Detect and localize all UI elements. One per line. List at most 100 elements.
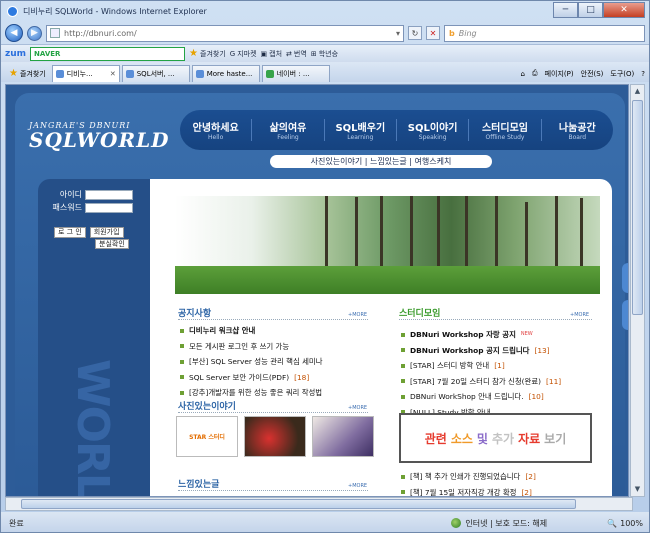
side-tab-1[interactable] — [622, 263, 628, 293]
site-logo[interactable]: JANGRAE'S DBNURI SQLWORLD — [29, 121, 169, 152]
photo-thumb-star[interactable]: STAR 스터디 — [176, 416, 238, 457]
id-label: 아이디 — [59, 190, 82, 199]
tab-2[interactable]: SQL서버, ... — [121, 65, 190, 82]
nav-feeling[interactable]: 삶의여유 Feeling — [252, 119, 325, 141]
toolbar-translate[interactable]: ⇄ 번역 — [286, 49, 307, 59]
horizontal-scrollbar[interactable] — [5, 497, 633, 511]
list-item[interactable]: [STAR] 7월 20일 스터디 참가 신청(완료) [11] — [401, 374, 561, 390]
tools-menu[interactable]: 도구(O) — [610, 69, 634, 79]
tab-close-icon[interactable]: ✕ — [110, 70, 116, 78]
favorites-button[interactable]: ★ 즐겨찾기 — [5, 65, 50, 82]
list-item[interactable]: 디비누리 워크샵 안내 — [180, 323, 323, 339]
close-button[interactable]: ✕ — [603, 2, 645, 18]
toolbar-extra[interactable]: ⊞ 학년승 — [311, 49, 338, 59]
toolbar-capture[interactable]: ▣ 캡처 — [261, 49, 283, 59]
address-url[interactable]: http://dbnuri.com/ — [64, 29, 137, 38]
scroll-up-icon[interactable]: ▲ — [631, 85, 644, 98]
address-bar[interactable]: http://dbnuri.com/ ▾ — [46, 24, 404, 42]
photo-more-link[interactable]: +MORE — [348, 405, 367, 411]
bing-icon: b — [449, 28, 455, 38]
search-placeholder[interactable]: Bing — [459, 29, 477, 38]
lost-button[interactable]: 분실확인 — [95, 239, 129, 249]
zone-text: 인터넷 | 보호 모드: 해제 — [465, 518, 548, 528]
print-icon[interactable]: ⎙ — [532, 69, 538, 78]
nav-study[interactable]: 스터디모임 Offline Study — [469, 119, 542, 141]
list-item[interactable]: [책] 책 추가 인쇄가 진행되었습니다 [2] — [401, 469, 536, 485]
page-icon — [50, 28, 60, 38]
tab-1[interactable]: 디비누... ✕ — [51, 65, 120, 82]
search-box[interactable]: b Bing — [444, 24, 645, 42]
zoom-control[interactable]: 🔍 100% — [607, 519, 643, 528]
list-item[interactable]: DBNuri WorkShop 안내 드립니다. [10] — [401, 389, 561, 405]
tab-icon — [265, 70, 274, 78]
window-title: 디비누리 SQLWorld - Windows Internet Explore… — [23, 7, 207, 16]
nav-hello[interactable]: 안녕하세요 Hello — [180, 119, 253, 141]
list-item[interactable]: SQL Server 보안 가이드(PDF) [18] — [180, 370, 323, 386]
notice-more-link[interactable]: +MORE — [348, 312, 367, 318]
help-icon[interactable]: ? — [641, 70, 645, 78]
minimize-button[interactable]: ─ — [553, 2, 578, 18]
zoom-level[interactable]: 100% — [620, 519, 643, 528]
status-bar: 완료 인터넷 | 보호 모드: 해제 🔍 100% — [1, 512, 649, 532]
list-item[interactable]: DBNuri Workshop 공지 드립니다 [13] — [401, 343, 561, 359]
translate-icon: ⇄ — [286, 49, 292, 58]
browser-window: 디비누리 SQLWorld - Windows Internet Explore… — [0, 0, 650, 533]
toolbar: zum NAVER ★ 즐겨찾기 G 지마켓 ▣ 캡처 ⇄ 번역 ⊞ 학년승 — [1, 44, 649, 62]
page-menu[interactable]: 페이지(P) — [545, 69, 574, 79]
list-item[interactable]: DBNuri Workshop 자랑 공지 NEW — [401, 327, 561, 343]
password-input[interactable] — [85, 202, 133, 213]
join-button[interactable]: 회원가입 — [89, 227, 124, 238]
list-item[interactable]: [부산] SQL Server 성능 관리 핵심 세미나 — [180, 354, 323, 370]
refresh-icon[interactable]: ↻ — [408, 26, 422, 40]
study-more-link[interactable]: +MORE — [570, 312, 589, 318]
maximize-button[interactable]: □ — [578, 2, 603, 18]
vertical-scrollbar[interactable]: ▲ ▼ — [630, 84, 645, 497]
ie-logo-icon — [7, 6, 18, 17]
zoom-icon: 🔍 — [607, 518, 618, 528]
book-list: [책] 책 추가 인쇄가 진행되었습니다 [2] [책] 7월 15일 저자직강 … — [401, 469, 536, 496]
dropdown-icon[interactable]: ▾ — [396, 29, 400, 38]
photo-title[interactable]: 사진있는이야기 — [178, 399, 236, 412]
nav-learning[interactable]: SQL배우기 Learning — [325, 119, 397, 141]
sub-nav[interactable]: 사진있는이야기 | 느낌있는글 | 여행스케치 — [270, 155, 492, 168]
study-title[interactable]: 스터디모임 — [399, 306, 440, 319]
toolbar-favorites[interactable]: ★ 즐겨찾기 — [189, 48, 226, 59]
study-list: DBNuri Workshop 자랑 공지 NEW DBNuri Workshop… — [401, 327, 561, 420]
notice-title[interactable]: 공지사항 — [178, 306, 211, 319]
scroll-down-icon[interactable]: ▼ — [631, 483, 644, 496]
globe-icon — [451, 518, 462, 528]
address-row: ◀ ▶ http://dbnuri.com/ ▾ ↻ ✕ b Bing — [1, 22, 649, 44]
zum-logo[interactable]: zum — [5, 49, 26, 59]
id-input[interactable] — [85, 189, 133, 200]
home-icon[interactable]: ⌂ — [521, 70, 525, 78]
site: JANGRAE'S DBNURI SQLWORLD 안녕하세요 Hello 삶의여… — [6, 85, 628, 496]
login-button[interactable]: 로 그 인 — [54, 227, 86, 238]
capture-icon: ▣ — [260, 49, 268, 58]
g-icon: G — [229, 49, 236, 58]
favorites-star-icon: ★ — [9, 68, 18, 79]
nav-speaking[interactable]: SQL이야기 Speaking — [397, 119, 470, 141]
tab-icon — [55, 70, 64, 78]
feel-more-link[interactable]: +MORE — [348, 483, 367, 489]
list-item[interactable]: [STAR] 스터디 방학 안내 [1] — [401, 358, 561, 374]
side-tab-2[interactable] — [622, 300, 628, 330]
photo-thumb-flowers[interactable] — [244, 416, 306, 457]
vertical-scroll-thumb[interactable] — [632, 100, 643, 315]
tab-icon — [195, 70, 204, 78]
pw-label: 패스워드 — [52, 203, 82, 212]
feel-title[interactable]: 느낌있는글 — [178, 477, 219, 490]
forward-button[interactable]: ▶ — [27, 25, 42, 41]
list-item[interactable]: [책] 7월 15일 저자직강 개강 확정 [2] — [401, 485, 536, 496]
stop-icon[interactable]: ✕ — [426, 26, 440, 40]
nav-board[interactable]: 나눔공간 Board — [542, 119, 613, 141]
related-materials-button[interactable]: 관련 소스 및 추가 자료 보기 — [399, 413, 592, 463]
toolbar-gmarket[interactable]: G 지마켓 — [230, 49, 257, 59]
safety-menu[interactable]: 안전(S) — [581, 69, 604, 79]
tab-4[interactable]: 네이버 : ... — [261, 65, 330, 82]
naver-search[interactable]: NAVER — [30, 46, 186, 61]
tab-3[interactable]: More haste... — [191, 65, 260, 82]
back-button[interactable]: ◀ — [5, 24, 23, 42]
photo-thumb-book[interactable] — [312, 416, 374, 457]
list-item[interactable]: 모든 게시판 로그인 후 쓰기 가능 — [180, 339, 323, 355]
horizontal-scroll-thumb[interactable] — [21, 499, 576, 509]
